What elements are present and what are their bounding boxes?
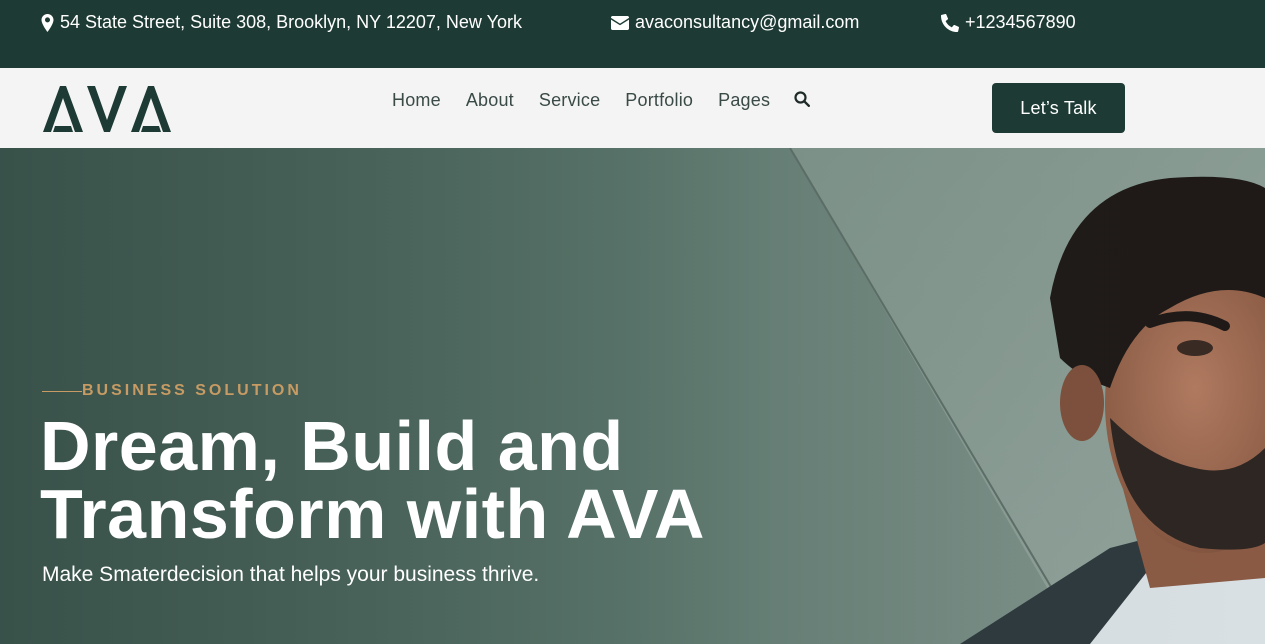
email-link[interactable]: avaconsultancy@gmail.com	[635, 12, 859, 33]
hero-subheadline: Make Smaterdecision that helps your busi…	[42, 563, 540, 586]
hero-section: BUSINESS SOLUTION Dream, Build and Trans…	[0, 148, 1265, 644]
nav-item-about[interactable]: About	[466, 90, 514, 111]
top-contact-bar: 54 State Street, Suite 308, Brooklyn, NY…	[0, 0, 1265, 68]
nav-item-pages[interactable]: Pages	[718, 90, 770, 111]
ava-logo[interactable]	[41, 82, 173, 139]
map-pin-icon	[41, 13, 54, 32]
hero-eyebrow-text: BUSINESS SOLUTION	[82, 382, 302, 399]
envelope-icon	[611, 15, 629, 30]
phone-link[interactable]: +1234567890	[965, 12, 1076, 33]
hero-headline: Dream, Build and Transform with AVA	[40, 411, 800, 549]
search-icon	[794, 91, 811, 108]
phone-info[interactable]: +1234567890	[941, 12, 1076, 33]
ava-logo-mark	[43, 86, 171, 132]
phone-icon	[941, 13, 959, 32]
address-text: 54 State Street, Suite 308, Brooklyn, NY…	[60, 12, 522, 32]
nav-item-service[interactable]: Service	[539, 90, 600, 111]
address-info: 54 State Street, Suite 308, Brooklyn, NY…	[41, 12, 522, 33]
eyebrow-line	[42, 390, 82, 392]
nav-item-home[interactable]: Home	[392, 90, 441, 111]
email-info[interactable]: avaconsultancy@gmail.com	[611, 12, 859, 33]
hero-eyebrow: BUSINESS SOLUTION	[42, 382, 302, 400]
main-navbar: Home About Service Portfolio Pages Let’s…	[0, 68, 1265, 148]
hero-headline-line1: Dream, Build and	[40, 407, 624, 485]
lets-talk-button[interactable]: Let’s Talk	[992, 83, 1125, 133]
search-button[interactable]	[794, 91, 811, 112]
hero-headline-line2: Transform with AVA	[40, 475, 705, 553]
primary-nav: Home About Service Portfolio Pages	[392, 89, 811, 112]
nav-item-portfolio[interactable]: Portfolio	[625, 90, 693, 111]
